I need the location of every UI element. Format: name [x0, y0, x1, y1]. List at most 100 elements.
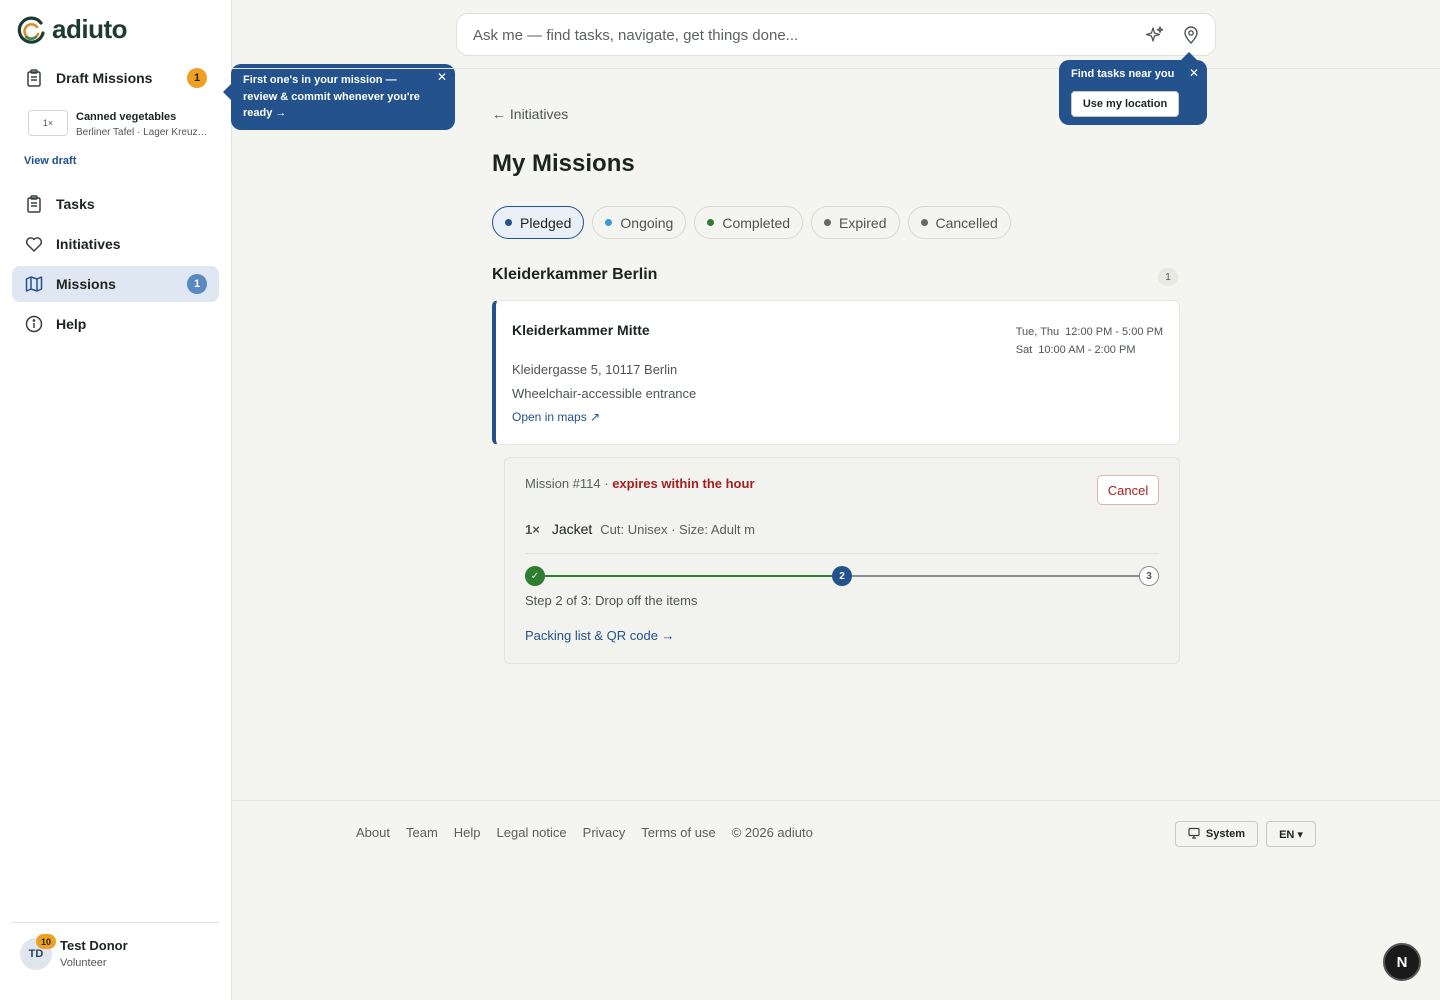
step-2-current: 2 — [832, 566, 852, 586]
user-role: Volunteer — [60, 957, 107, 969]
divider — [12, 922, 219, 923]
location-accessibility: Wheelchair-accessible entrance — [512, 386, 697, 401]
clipboard-icon — [24, 194, 44, 214]
draft-list-item[interactable]: 1× Canned vegetables Berliner Tafel · La… — [28, 108, 218, 142]
hours-row: Sat 10:00 AM - 2:00 PM — [1016, 341, 1163, 359]
status-dot — [920, 219, 928, 226]
app-logo[interactable]: adiuto — [16, 14, 128, 45]
step-3-pending: 3 — [1139, 566, 1159, 586]
location-name: Kleiderkammer Mitte — [512, 322, 650, 338]
footer-divider — [232, 800, 1440, 801]
filter-completed[interactable]: Completed — [694, 206, 804, 239]
filter-expired[interactable]: Expired — [811, 206, 900, 239]
use-location-button[interactable]: Use my location — [1071, 91, 1179, 117]
mission-item: 1× Jacket Cut: Unisex · Size: Adult m — [525, 521, 755, 537]
sidebar: adiuto Draft Missions 1 1× Canned vegeta… — [0, 0, 232, 1000]
view-draft-link[interactable]: View draft — [24, 155, 76, 167]
back-to-initiatives-link[interactable]: ← Initiatives — [492, 106, 568, 122]
points-badge: 10 — [36, 934, 56, 949]
footer-link-help[interactable]: Help — [454, 825, 481, 840]
filter-pledged[interactable]: Pledged — [492, 206, 585, 239]
cancel-mission-button[interactable]: Cancel — [1097, 475, 1159, 505]
footer-link-team[interactable]: Team — [406, 825, 438, 840]
logo-mark-icon — [17, 16, 45, 44]
close-icon[interactable]: ✕ — [1189, 66, 1199, 80]
info-icon — [24, 314, 44, 334]
heart-icon — [24, 234, 44, 254]
progress-line-pending — [852, 575, 1151, 577]
mission-progress-stepper: ✓ 2 3 — [525, 566, 1161, 586]
step-1-done: ✓ — [525, 566, 545, 586]
organization-count-badge: 1 — [1158, 268, 1178, 286]
sidebar-item-missions[interactable]: Missions 1 — [12, 266, 219, 302]
app-name: adiuto — [52, 14, 128, 44]
sidebar-item-label: Draft Missions — [56, 70, 153, 86]
user-name: Test Donor — [60, 938, 128, 953]
organization-title: Kleiderkammer Berlin — [492, 266, 658, 283]
hours-days: Sat — [1015, 344, 1033, 356]
status-dot — [824, 219, 832, 226]
search-input[interactable] — [473, 25, 1113, 45]
mission-expiry: expires within the hour — [612, 476, 755, 491]
dev-tools-button[interactable]: N — [1383, 943, 1421, 981]
sidebar-item-label: Missions — [56, 276, 116, 292]
draft-count-badge: 1 — [187, 68, 207, 88]
hours-row: Tue, Thu 12:00 PM - 5:00 PM — [1016, 323, 1163, 341]
filter-label: Expired — [839, 214, 887, 231]
header-divider — [232, 68, 1440, 69]
status-dot — [707, 219, 715, 226]
theme-label: System — [1205, 828, 1246, 840]
location-pin-icon[interactable] — [1181, 25, 1201, 45]
footer-link-legal[interactable]: Legal notice — [497, 825, 567, 840]
map-icon — [24, 274, 44, 294]
location-card: Kleiderkammer Mitte Tue, Thu 12:00 PM - 5… — [492, 300, 1180, 445]
monitor-icon — [1188, 827, 1200, 842]
close-icon[interactable]: ✕ — [437, 70, 447, 84]
tooltip-text: First one's in your mission — review & c… — [243, 74, 420, 119]
sidebar-item-label: Initiatives — [56, 236, 121, 252]
page-title: My Missions — [492, 150, 635, 177]
draft-item-name: Canned vegetables — [76, 111, 177, 123]
opening-hours: Tue, Thu 12:00 PM - 5:00 PM Sat 10:00 AM -… — [1016, 323, 1163, 359]
item-name: Jacket — [551, 521, 593, 537]
filter-cancelled[interactable]: Cancelled — [907, 206, 1011, 239]
step-description: Step 2 of 3: Drop off the items — [525, 593, 698, 608]
hours-time: 10:00 AM - 2:00 PM — [1038, 344, 1136, 356]
assistant-search — [456, 13, 1216, 56]
item-attributes: Cut: Unisex · Size: Adult m — [600, 522, 755, 537]
sidebar-item-help[interactable]: Help — [12, 306, 219, 342]
sidebar-item-initiatives[interactable]: Initiatives — [12, 226, 219, 262]
status-dot — [605, 219, 613, 226]
sparkles-icon[interactable] — [1145, 25, 1165, 45]
language-select[interactable]: EN ▾ — [1266, 821, 1316, 847]
draft-item-qty: 1× — [28, 110, 68, 136]
item-qty: 1× — [525, 522, 540, 537]
copyright: © 2026 adiuto — [731, 825, 813, 840]
mission-id: Mission #114 · — [525, 476, 609, 491]
draft-hint-tooltip: First one's in your mission — review & c… — [223, 64, 455, 130]
progress-line-complete — [535, 575, 842, 577]
mission-card: Mission #114 · expires within the hour C… — [504, 457, 1180, 664]
packing-list-link[interactable]: Packing list & QR code → — [525, 628, 675, 643]
sidebar-item-draft-missions[interactable]: Draft Missions 1 — [12, 60, 219, 96]
filter-ongoing[interactable]: Ongoing — [592, 206, 687, 239]
missions-count-badge: 1 — [187, 274, 207, 294]
hours-time: 12:00 PM - 5:00 PM — [1065, 326, 1163, 338]
sidebar-item-label: Tasks — [56, 196, 95, 212]
divider — [525, 553, 1159, 554]
hours-days: Tue, Thu — [1015, 326, 1060, 338]
location-address: Kleidergasse 5, 10117 Berlin — [512, 362, 678, 377]
footer-link-about[interactable]: About — [356, 825, 390, 840]
footer-link-terms[interactable]: Terms of use — [641, 825, 715, 840]
status-filter-tabs: Pledged Ongoing Completed Expired Cancel… — [492, 206, 1011, 239]
location-hint-tooltip: Find tasks near you ✕ Use my location — [1059, 52, 1207, 125]
open-in-maps-link[interactable]: Open in maps ↗ — [512, 410, 600, 424]
filter-label: Ongoing — [620, 214, 674, 231]
clipboard-icon — [24, 68, 44, 88]
sidebar-item-tasks[interactable]: Tasks — [12, 186, 219, 222]
footer-link-privacy[interactable]: Privacy — [583, 825, 626, 840]
theme-toggle-button[interactable]: System — [1175, 821, 1258, 847]
footer-links: About Team Help Legal notice Privacy Ter… — [356, 825, 813, 840]
filter-label: Completed — [722, 214, 791, 231]
filter-label: Cancelled — [935, 214, 998, 231]
